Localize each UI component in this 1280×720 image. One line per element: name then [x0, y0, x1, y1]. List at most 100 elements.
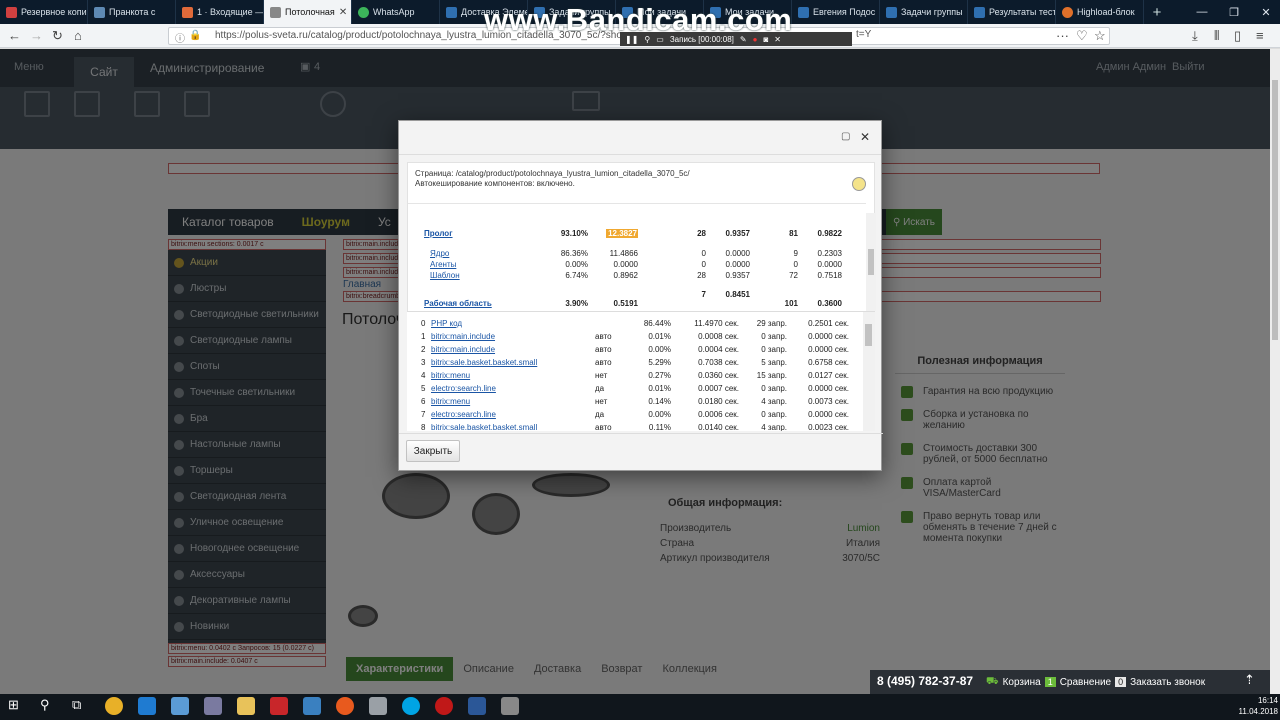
- downloads-icon[interactable]: ⤓: [1192, 28, 1198, 44]
- components-scrollbar-thumb[interactable]: [865, 324, 872, 346]
- component-link[interactable]: electro:search.line: [431, 384, 496, 393]
- browser-tab[interactable]: Резервное копи: [0, 0, 88, 24]
- component-link[interactable]: bitrix:main.include: [431, 345, 495, 354]
- app-icon[interactable]: [171, 697, 189, 715]
- component-link[interactable]: bitrix:sale.basket.basket.small: [431, 423, 537, 431]
- windows-start-icon[interactable]: ⊞: [8, 697, 26, 715]
- new-tab-button[interactable]: +: [1144, 0, 1170, 24]
- phone-number[interactable]: 8 (495) 782-37-87: [870, 674, 986, 688]
- tab-label: Резервное копи: [21, 7, 87, 17]
- browser-tab[interactable]: Задачи группы: [880, 0, 968, 24]
- component-link[interactable]: PHP код: [431, 319, 462, 328]
- back-icon[interactable]: ←: [8, 28, 21, 43]
- agents-link[interactable]: Агенты: [430, 260, 456, 269]
- bandicam-rect-icon[interactable]: ▭: [656, 35, 664, 44]
- component-link[interactable]: electro:search.line: [431, 410, 496, 419]
- summary-scrollbar-thumb[interactable]: [868, 249, 874, 275]
- skype-icon[interactable]: [402, 697, 420, 715]
- chrome-icon[interactable]: [105, 697, 123, 715]
- row-number: 2: [421, 345, 426, 354]
- app-icon[interactable]: [204, 697, 222, 715]
- cell: 7: [701, 290, 706, 299]
- browser-tab[interactable]: 1 · Входящие —: [176, 0, 264, 24]
- app-icon[interactable]: [369, 697, 387, 715]
- bandicam-record-icon[interactable]: ●: [753, 35, 758, 44]
- app-icon[interactable]: [501, 697, 519, 715]
- time-cell: 0.7038 сек.: [698, 358, 739, 367]
- bandicam-pencil-icon[interactable]: ✎: [740, 35, 747, 44]
- query-time-cell: 0.6758 сек.: [808, 358, 849, 367]
- settings-icon[interactable]: [852, 177, 866, 191]
- cart-link[interactable]: Корзина: [1003, 677, 1041, 688]
- callback-link[interactable]: Заказать звонок: [1130, 677, 1205, 688]
- more-icon[interactable]: ···: [1056, 28, 1069, 43]
- task-view-icon[interactable]: ⧉: [72, 697, 90, 715]
- queries-cell: 5 запр.: [761, 358, 787, 367]
- library-icon[interactable]: ⫴: [1214, 28, 1219, 44]
- bandicam-icon[interactable]: [435, 697, 453, 715]
- component-link[interactable]: bitrix:sale.basket.basket.small: [431, 358, 537, 367]
- workarea-link[interactable]: Рабочая область: [424, 299, 492, 308]
- menu-icon[interactable]: ≡: [1256, 28, 1264, 43]
- cell: 0.9822: [817, 229, 842, 238]
- minimize-icon[interactable]: —: [1184, 0, 1220, 24]
- bandicam-camera-icon[interactable]: ◙: [763, 35, 768, 44]
- system-clock[interactable]: 16:14 11.04.2018: [1236, 695, 1278, 717]
- cell: 0.8962: [613, 271, 638, 280]
- restore-icon[interactable]: ❐: [1216, 0, 1252, 24]
- cell: 0.00%: [565, 260, 588, 269]
- bandicam-search-icon[interactable]: ⚲: [644, 35, 650, 44]
- bookmark-star-icon[interactable]: ☆: [1094, 28, 1106, 44]
- forward-icon[interactable]: →: [30, 28, 43, 43]
- cell: 0.2303: [817, 249, 842, 258]
- close-window-icon[interactable]: ✕: [1248, 0, 1280, 24]
- component-link[interactable]: bitrix:menu: [431, 397, 470, 406]
- page-scrollbar-thumb[interactable]: [1272, 80, 1278, 340]
- browser-tab[interactable]: Highload-блок: [1056, 0, 1144, 24]
- tab-label: WhatsApp: [373, 7, 415, 17]
- app-icon[interactable]: [303, 697, 321, 715]
- queries-cell: 4 запр.: [761, 423, 787, 431]
- close-icon[interactable]: ✕: [860, 130, 870, 144]
- bandicam-pause-icon[interactable]: ❚❚: [625, 35, 638, 44]
- query-time-cell: 0.0000 сек.: [808, 345, 849, 354]
- close-tab-icon[interactable]: ✕: [339, 7, 347, 18]
- pct-cell: 0.00%: [648, 345, 671, 354]
- scroll-up-icon[interactable]: ⇡: [1244, 672, 1264, 692]
- summary-panel: Страница: /catalog/product/potolochnaya_…: [407, 162, 876, 328]
- browser-tab-active[interactable]: Потолочная ✕: [264, 0, 352, 24]
- cell: 0: [793, 260, 798, 269]
- compare-link[interactable]: Сравнение: [1060, 677, 1111, 688]
- pocket-icon[interactable]: ♡: [1076, 28, 1088, 44]
- home-icon[interactable]: ⌂: [74, 28, 82, 43]
- browser-tab[interactable]: Результаты тест: [968, 0, 1056, 24]
- component-link[interactable]: bitrix:main.include: [431, 332, 495, 341]
- reload-icon[interactable]: ↻: [52, 28, 63, 44]
- sidebar-icon[interactable]: ▯: [1234, 28, 1241, 44]
- browser-tab[interactable]: Евгения Подос: [792, 0, 880, 24]
- prolog-link[interactable]: Пролог: [424, 229, 453, 238]
- kernel-link[interactable]: Ядро: [430, 249, 449, 258]
- row-number: 4: [421, 371, 426, 380]
- cell: 0: [701, 249, 706, 258]
- component-link[interactable]: bitrix:menu: [431, 371, 470, 380]
- browser-tab[interactable]: Пранкота с: [88, 0, 176, 24]
- word-icon[interactable]: [468, 697, 486, 715]
- cache-cell: да: [595, 410, 605, 419]
- close-button[interactable]: Закрыть: [406, 440, 460, 462]
- file-explorer-icon[interactable]: [237, 697, 255, 715]
- clock-date: 11.04.2018: [1238, 707, 1278, 716]
- search-icon[interactable]: ⚲: [40, 697, 58, 715]
- tab-favicon-icon: [798, 6, 809, 18]
- bandicam-close-icon[interactable]: ✕: [774, 35, 781, 44]
- dialog-header: ▢ ✕: [399, 121, 881, 155]
- firefox-icon[interactable]: [336, 697, 354, 715]
- debug-dialog: ▢ ✕ Страница: /catalog/product/potolochn…: [398, 120, 883, 471]
- filezilla-icon[interactable]: [270, 697, 288, 715]
- browser-tab[interactable]: WhatsApp: [352, 0, 440, 24]
- edge-icon[interactable]: [138, 697, 156, 715]
- cell: 72: [789, 271, 798, 280]
- maximize-icon[interactable]: ▢: [841, 131, 850, 142]
- queries-cell: 29 запр.: [756, 319, 787, 328]
- template-link[interactable]: Шаблон: [430, 271, 460, 280]
